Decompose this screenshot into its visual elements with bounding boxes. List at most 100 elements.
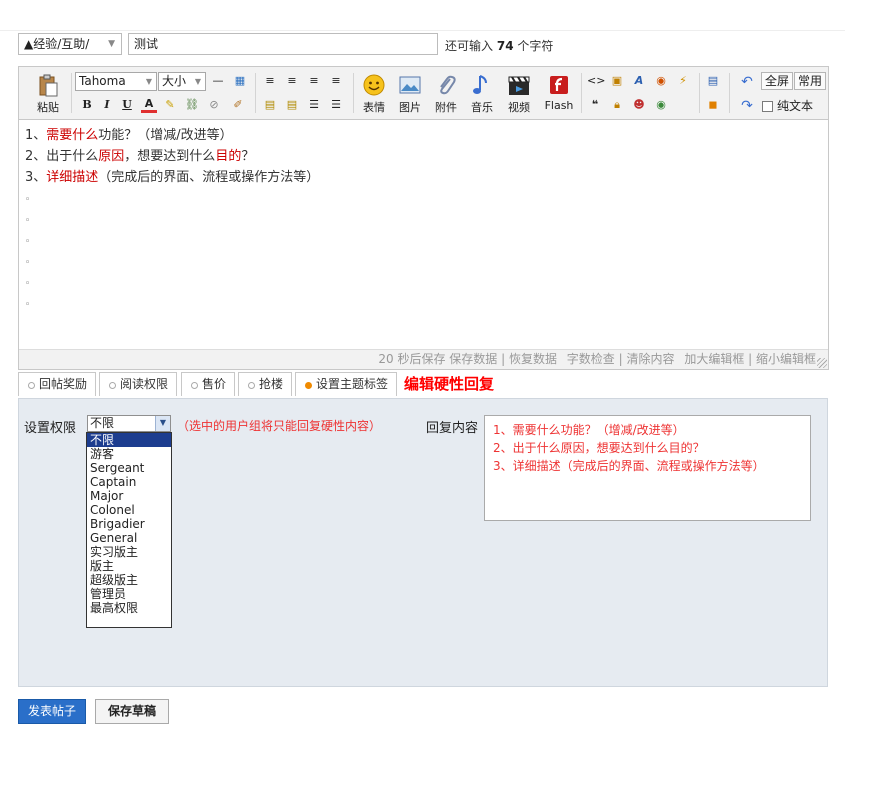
empty-paragraph [25, 251, 815, 272]
remaining-count: 74 [496, 39, 514, 53]
toolbar-separator [699, 73, 700, 113]
emoji-button[interactable]: 表情 [357, 73, 391, 117]
float-right-icon[interactable]: ▤ [284, 97, 300, 113]
permission-dropdown-list[interactable]: 不限 游客 Sergeant Captain Major Colonel Bri… [86, 432, 172, 628]
fullscreen-button[interactable]: 全屏 [761, 72, 794, 90]
align-right-icon[interactable]: ≡ [306, 73, 322, 89]
font-style-icon[interactable]: A [631, 73, 647, 89]
top-divider [0, 30, 845, 31]
paste-button[interactable]: 粘贴 [31, 73, 65, 117]
magic-icon[interactable]: ⚡ [675, 73, 691, 89]
option-item[interactable]: Colonel [87, 503, 171, 517]
content-line-3: 3、详细描述（完成后的界面、流程或操作方法等） [25, 170, 320, 185]
tab-read-permission[interactable]: 阅读权限 [99, 372, 178, 396]
image-button[interactable]: 图片 [393, 73, 427, 117]
clear-format-icon[interactable]: ✐ [230, 97, 246, 113]
resize-links[interactable]: 加大编辑框 | 缩小编辑框 [684, 352, 816, 366]
content-line-2: 2、出于什么原因，想要达到什么目的？ [25, 149, 255, 164]
option-item[interactable]: 不限 [87, 433, 171, 447]
chevron-down-icon: ▼ [145, 77, 152, 86]
option-item[interactable]: Brigadier [87, 517, 171, 531]
category-value: ▲经验/互助/ [24, 37, 90, 51]
remaining-chars: 还可输入 74 个字符 [445, 39, 554, 53]
table-icon[interactable]: ▦ [232, 73, 248, 89]
plaintext-checkbox[interactable] [762, 101, 773, 112]
option-item[interactable]: 版主 [87, 559, 171, 573]
free-icon[interactable]: ◼ [705, 97, 721, 113]
tab-floor-grab[interactable]: 抢楼 [238, 372, 293, 396]
tab-hard-reply[interactable]: 编辑硬性回复 [401, 373, 498, 395]
align-left-icon[interactable]: ≡ [262, 73, 278, 89]
horizontal-rule-icon[interactable]: — [210, 73, 226, 89]
font-size-select[interactable]: 大小 ▼ [158, 72, 206, 91]
paperclip-icon [440, 75, 456, 95]
flash-icon [550, 76, 568, 94]
chevron-down-icon: ▼ [108, 39, 115, 49]
underline-icon[interactable]: U [119, 97, 135, 113]
tab-price[interactable]: 售价 [181, 372, 236, 396]
post-icon[interactable]: ◉ [653, 73, 669, 89]
font-color-icon[interactable]: A [141, 96, 157, 113]
option-item[interactable]: 实习版主 [87, 545, 171, 559]
check-links[interactable]: 字数检查 | 清除内容 [567, 352, 675, 366]
empty-paragraph [25, 209, 815, 230]
chevron-down-icon: ▼ [155, 416, 170, 431]
clapperboard-icon [508, 76, 530, 95]
quote-icon[interactable]: ❝ [587, 97, 603, 113]
editor-content[interactable]: 1、需要什么功能？（增减/改进等） 2、出于什么原因，想要达到什么目的？ 3、详… [25, 125, 815, 314]
category-select[interactable]: ▲经验/互助/ ▼ [18, 33, 122, 55]
redo-icon[interactable]: ↷ [739, 98, 755, 114]
music-note-icon [473, 75, 487, 94]
reply-content-label: 回复内容 [426, 421, 479, 436]
bold-icon[interactable]: B [79, 97, 95, 113]
italic-icon[interactable]: I [99, 97, 115, 113]
rich-text-editor: 粘贴 Tahoma ▼ 大小 ▼ — ▦ B I U A ✎ ⛓ ⊘ ✐ ≡ ≡… [18, 66, 829, 370]
toolbar-separator [255, 73, 256, 113]
title-input[interactable]: 测试 [128, 33, 438, 55]
option-item[interactable]: 管理员 [87, 587, 171, 601]
ordered-list-icon[interactable]: ☰ [306, 97, 322, 113]
resize-grip-icon[interactable] [817, 358, 827, 368]
float-left-icon[interactable]: ▤ [262, 97, 278, 113]
unordered-list-icon[interactable]: ☰ [328, 97, 344, 113]
attachment-button[interactable]: 附件 [429, 73, 463, 117]
common-button[interactable]: 常用 [794, 72, 827, 90]
toolbar-separator [729, 73, 730, 113]
permission-select[interactable]: 不限 ▼ [87, 415, 171, 432]
reply-content-textarea[interactable]: 1、需要什么功能？（增减/改进等） 2、出于什么原因，想要达到什么目的？ 3、详… [484, 415, 811, 521]
undo-icon[interactable]: ↶ [739, 74, 755, 90]
unlink-icon[interactable]: ⊘ [206, 97, 222, 113]
music-button[interactable]: 音乐 [465, 73, 499, 117]
media-icon[interactable]: ◉ [653, 97, 669, 113]
option-item[interactable]: Major [87, 489, 171, 503]
autosave-links[interactable]: 20 秒后保存 保存数据 | 恢复数据 [378, 352, 557, 366]
align-center-icon[interactable]: ≡ [284, 73, 300, 89]
font-family-select[interactable]: Tahoma ▼ [75, 72, 157, 91]
post-button[interactable]: 发表帖子 [18, 699, 86, 724]
image-icon [399, 76, 421, 94]
empty-paragraph [25, 188, 815, 209]
title-value: 测试 [134, 37, 159, 51]
tab-topic-tags[interactable]: 设置主题标签 [295, 372, 398, 396]
plaintext-label: 纯文本 [777, 99, 814, 113]
link-icon[interactable]: ⛓ [184, 97, 200, 113]
save-draft-button[interactable]: 保存草稿 [95, 699, 169, 724]
hide-content-icon[interactable]: ▣ [609, 73, 625, 89]
permission-hint: （选中的用户组将只能回复硬性内容） [177, 419, 382, 433]
empty-paragraph [25, 230, 815, 251]
option-item[interactable]: 最高权限 [87, 601, 171, 615]
tab-reply-reward[interactable]: 回帖奖励 [18, 372, 97, 396]
highlight-icon[interactable]: ✎ [162, 97, 178, 113]
option-item[interactable]: General [87, 531, 171, 545]
code-icon[interactable]: <> [587, 73, 605, 89]
user-icon[interactable]: ☻ [631, 97, 647, 113]
option-item[interactable]: 超级版主 [87, 573, 171, 587]
align-justify-icon[interactable]: ≡ [328, 73, 344, 89]
flash-button[interactable]: Flash [540, 73, 578, 117]
video-button[interactable]: 视频 [502, 73, 536, 117]
option-item[interactable]: Captain [87, 475, 171, 489]
page-break-icon[interactable]: ▤ [705, 73, 721, 89]
lock-icon[interactable]: 🔒︎ [609, 97, 625, 113]
option-item[interactable]: Sergeant [87, 461, 171, 475]
option-item[interactable]: 游客 [87, 447, 171, 461]
